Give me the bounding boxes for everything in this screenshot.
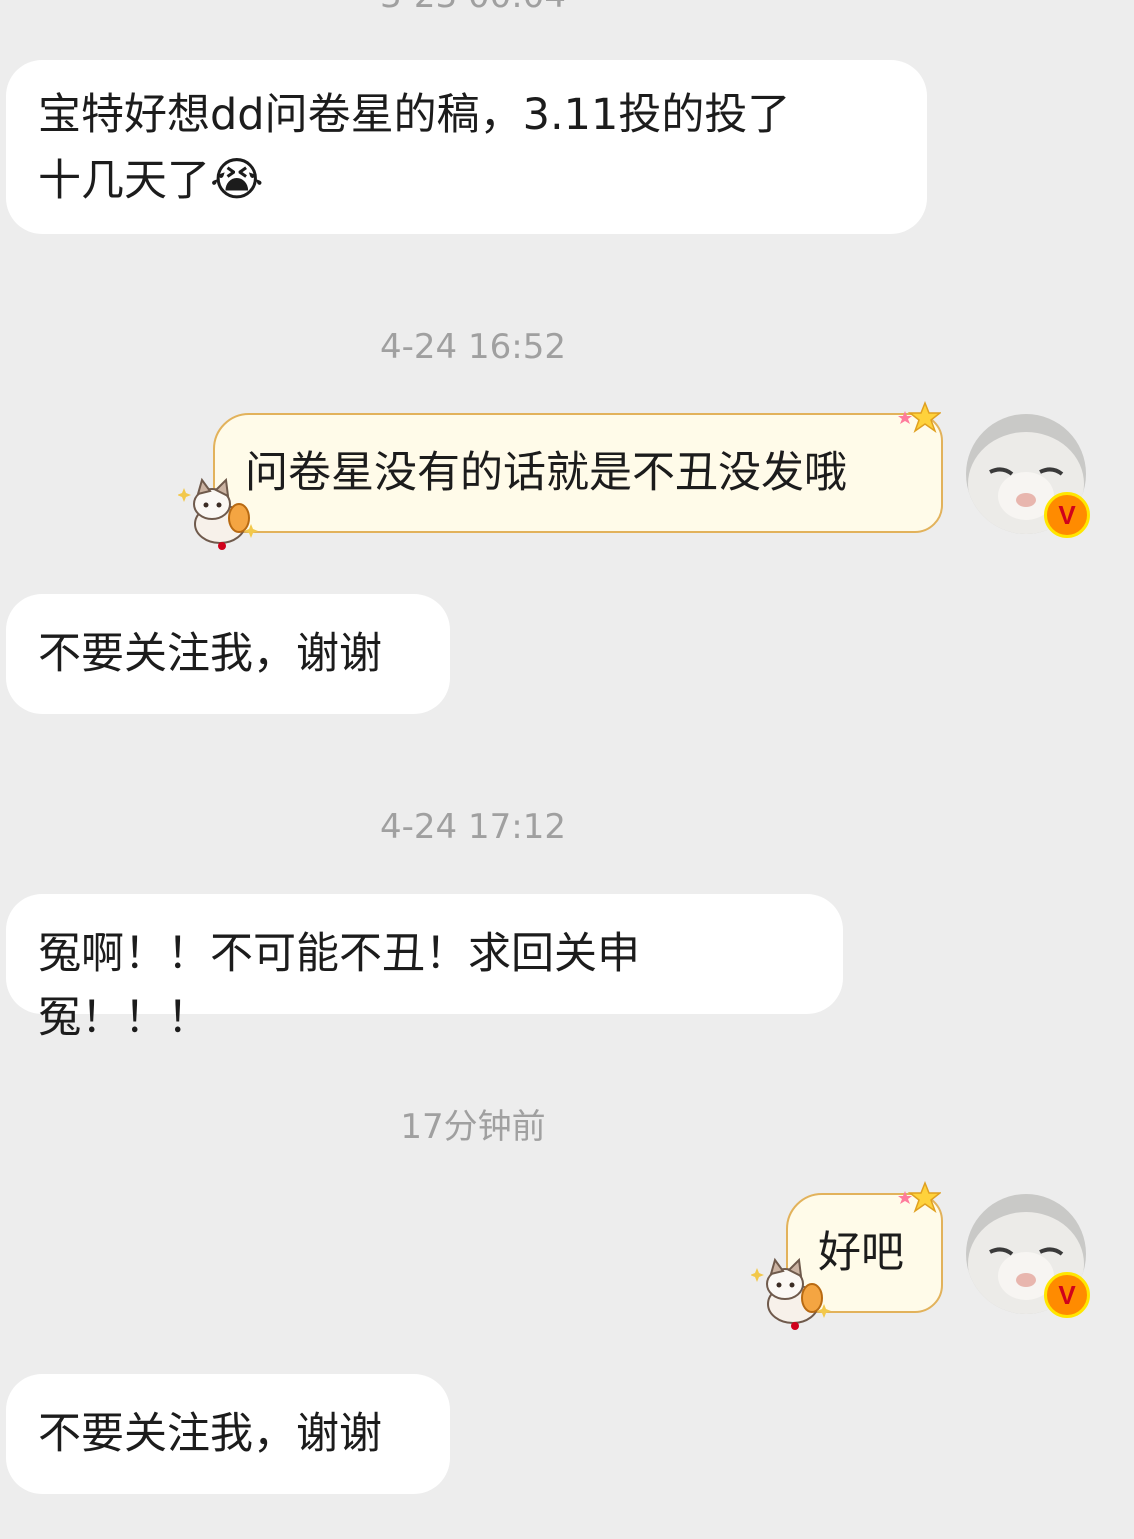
cat-holding-shrimp-sticker bbox=[178, 477, 258, 550]
message-text: 不要关注我，谢谢 bbox=[38, 1409, 382, 1459]
message-text: 宝特好想dd问卷星的稿，3.11投的投了 bbox=[38, 90, 791, 140]
star-sparkle-icon bbox=[898, 1181, 941, 1213]
v-badge-icon: V bbox=[1044, 492, 1090, 538]
message-text: 冤啊！！不可能不丑！求回关申冤！！！ bbox=[38, 929, 640, 1043]
crying-emoji-icon: 😭 bbox=[210, 152, 264, 206]
message-bubble-outgoing[interactable]: 问卷星没有的话就是不丑没发哦 bbox=[213, 413, 943, 533]
message-text: 不要关注我，谢谢 bbox=[38, 629, 382, 679]
message-bubble-incoming[interactable]: 不要关注我，谢谢 bbox=[6, 1374, 450, 1494]
v-badge-icon: V bbox=[1044, 1272, 1090, 1318]
timestamp-partial: 3-23 00:04 bbox=[0, 0, 946, 16]
timestamp: 4-24 17:12 bbox=[380, 807, 566, 847]
cat-holding-shrimp-sticker bbox=[751, 1257, 831, 1330]
timestamp: 4-24 16:52 bbox=[380, 327, 566, 367]
timestamp: 17分钟前 bbox=[400, 1107, 546, 1147]
message-text: 问卷星没有的话就是不丑没发哦 bbox=[245, 448, 847, 498]
message-bubble-incoming[interactable]: 冤啊！！不可能不丑！求回关申冤！！！ bbox=[6, 894, 843, 1043]
star-sparkle-icon bbox=[898, 401, 941, 433]
message-bubble-incoming[interactable]: 宝特好想dd问卷星的稿，3.11投的投了 十几天了😭 bbox=[6, 60, 927, 234]
message-text-line2: 十几天了😭 bbox=[38, 152, 264, 206]
message-bubble-incoming[interactable]: 不要关注我，谢谢 bbox=[6, 594, 450, 714]
